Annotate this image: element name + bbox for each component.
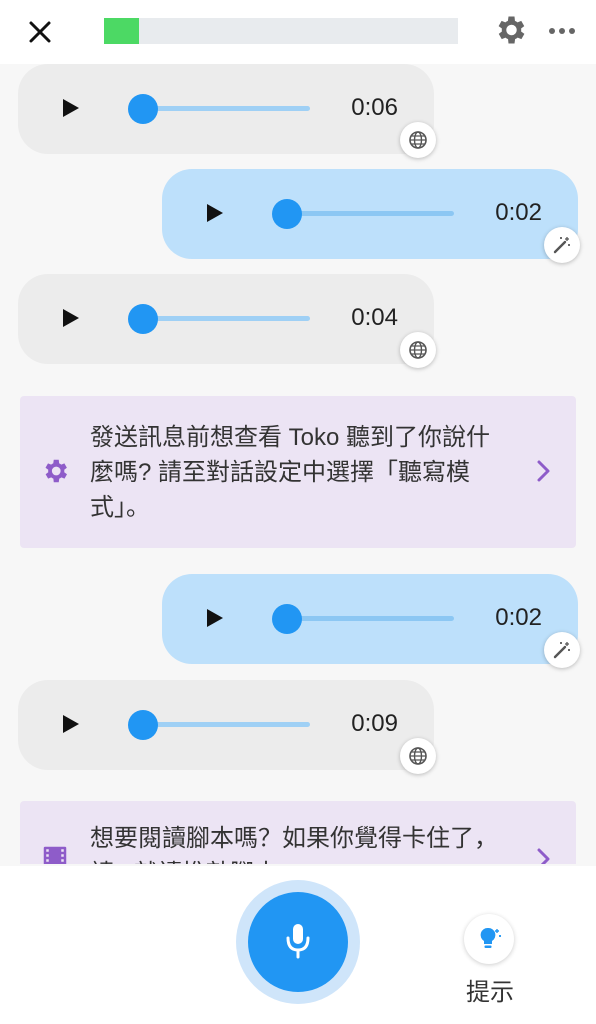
hint-label: 提示 bbox=[466, 979, 514, 1006]
translate-button[interactable] bbox=[400, 738, 436, 774]
play-icon[interactable] bbox=[206, 203, 224, 223]
magic-wand-icon bbox=[553, 237, 570, 254]
lesson-progress-fill bbox=[104, 18, 140, 44]
play-icon[interactable] bbox=[62, 98, 80, 118]
audio-seek-track[interactable] bbox=[284, 616, 454, 621]
bot-audio-message: 0:09 bbox=[18, 680, 434, 770]
more-horizontal-icon bbox=[549, 28, 575, 34]
globe-icon bbox=[409, 747, 427, 765]
hint-button[interactable] bbox=[464, 914, 514, 964]
gear-icon bbox=[45, 459, 67, 483]
translate-button[interactable] bbox=[400, 332, 436, 368]
audio-seek-track[interactable] bbox=[140, 722, 310, 727]
play-icon[interactable] bbox=[206, 608, 224, 628]
audio-seek-handle[interactable] bbox=[128, 94, 158, 124]
audio-seek-handle[interactable] bbox=[128, 710, 158, 740]
dictation-mode-tip[interactable]: 發送訊息前想查看 Toko 聽到了你說什 麼嗎? 請至對話設定中選擇「聽寫模 式… bbox=[20, 396, 576, 548]
play-icon[interactable] bbox=[62, 308, 80, 328]
audio-duration: 0:02 bbox=[495, 199, 542, 226]
audio-seek-track[interactable] bbox=[140, 106, 310, 111]
gear-icon bbox=[498, 16, 525, 44]
audio-duration: 0:04 bbox=[351, 304, 398, 331]
audio-seek-handle[interactable] bbox=[272, 604, 302, 634]
audio-duration: 0:09 bbox=[351, 710, 398, 737]
audio-seek-track[interactable] bbox=[284, 211, 454, 216]
audio-seek-handle[interactable] bbox=[272, 199, 302, 229]
globe-icon bbox=[409, 131, 427, 149]
audio-duration: 0:06 bbox=[351, 94, 398, 121]
tip-text: 想要閱讀腳本嗎？如果你覺得卡住了， 請...就讀推敲腳本 bbox=[90, 821, 526, 864]
audio-seek-handle[interactable] bbox=[128, 304, 158, 334]
tip-line: 麼嗎? 請至對話設定中選擇「聽寫模 bbox=[90, 459, 471, 486]
magic-wand-icon bbox=[553, 642, 570, 659]
close-icon bbox=[29, 21, 51, 43]
user-audio-message: 0:02 bbox=[162, 169, 578, 259]
tip-text: 發送訊息前想查看 Toko 聽到了你說什 麼嗎? 請至對話設定中選擇「聽寫模 式… bbox=[90, 420, 526, 525]
tip-line: 想要閱讀腳本嗎？如果你覺得卡住了， bbox=[90, 825, 498, 852]
bot-audio-message: 0:04 bbox=[18, 274, 434, 364]
lightbulb-icon bbox=[480, 927, 501, 948]
chevron-right-icon bbox=[537, 848, 550, 864]
audio-duration: 0:02 bbox=[495, 604, 542, 631]
bot-audio-message: 0:06 bbox=[18, 64, 434, 154]
lesson-progress-bar bbox=[104, 18, 458, 44]
top-bar bbox=[0, 0, 596, 64]
film-icon bbox=[43, 846, 67, 864]
pronunciation-feedback-button[interactable] bbox=[544, 227, 580, 263]
audio-seek-track[interactable] bbox=[140, 316, 310, 321]
globe-icon bbox=[409, 341, 427, 359]
translate-button[interactable] bbox=[400, 122, 436, 158]
tip-line: 請...就讀推敲腳本 bbox=[90, 856, 526, 864]
script-tip[interactable]: 想要閱讀腳本嗎？如果你覺得卡住了， 請...就讀推敲腳本 bbox=[20, 801, 576, 864]
conversation: 0:06 0:02 0:04 發送訊息前想查看 Toko 聽到了你說什 麼嗎? … bbox=[0, 64, 596, 864]
tip-line: 發送訊息前想查看 Toko 聽到了你說什 bbox=[90, 424, 491, 451]
user-audio-message: 0:02 bbox=[162, 574, 578, 664]
bottom-bar: 提示 bbox=[0, 866, 596, 1024]
microphone-icon bbox=[286, 924, 310, 959]
more-options-button[interactable] bbox=[544, 16, 580, 46]
tip-line: 式」。 bbox=[90, 494, 150, 521]
chevron-right-icon bbox=[537, 460, 550, 482]
record-button[interactable] bbox=[248, 892, 348, 992]
play-icon[interactable] bbox=[62, 714, 80, 734]
pronunciation-feedback-button[interactable] bbox=[544, 632, 580, 668]
settings-button[interactable] bbox=[492, 12, 528, 48]
close-button[interactable] bbox=[22, 14, 58, 50]
